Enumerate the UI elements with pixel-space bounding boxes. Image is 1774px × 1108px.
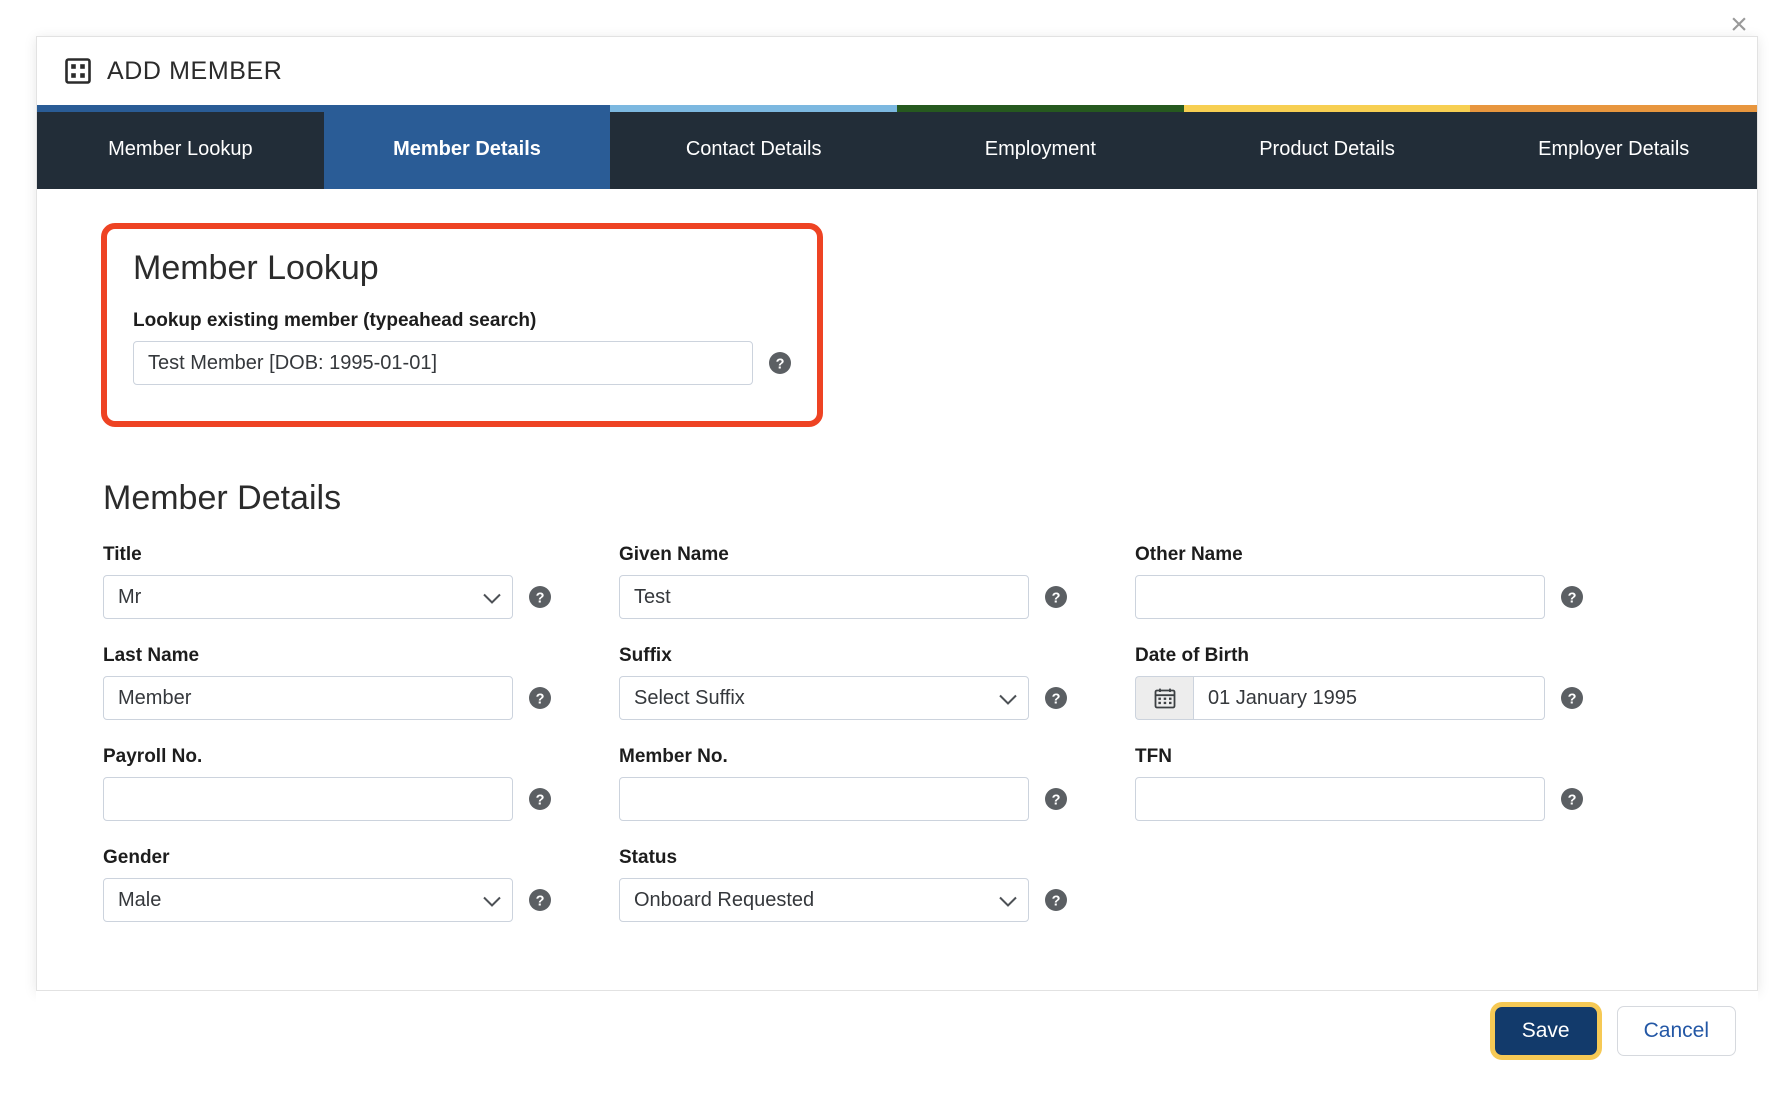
tab-bar: Member Lookup Member Details Contact Det…	[37, 105, 1757, 189]
given-name-input[interactable]	[619, 575, 1029, 619]
suffix-select[interactable]: Select Suffix	[619, 676, 1029, 720]
modal-body: Member Lookup Lookup existing member (ty…	[37, 189, 1757, 990]
svg-text:?: ?	[1052, 590, 1061, 606]
field-suffix: Suffix Select Suffix ?	[619, 645, 1067, 720]
tab-member-lookup[interactable]: Member Lookup	[37, 105, 324, 189]
field-given-name: Given Name ?	[619, 544, 1067, 619]
gender-select-value: Male	[118, 888, 162, 911]
svg-text:?: ?	[1568, 792, 1577, 808]
field-label-suffix: Suffix	[619, 645, 672, 666]
tab-label: Contact Details	[685, 138, 822, 160]
grid-spacer	[1135, 847, 1583, 922]
field-tfn: TFN ?	[1135, 746, 1583, 821]
add-member-modal: ADD MEMBER Member Lookup Member Details …	[36, 36, 1758, 991]
grid-icon	[65, 58, 91, 84]
tab-accent-bar	[323, 105, 611, 112]
suffix-select-value: Select Suffix	[634, 686, 745, 709]
field-label-given-name: Given Name	[619, 544, 729, 565]
help-icon[interactable]: ?	[769, 352, 791, 374]
calendar-icon[interactable]	[1135, 676, 1193, 720]
status-select[interactable]: Onboard Requested	[619, 878, 1029, 922]
svg-text:?: ?	[1052, 691, 1061, 707]
field-member-no: Member No. ?	[619, 746, 1067, 821]
field-label-other-name: Other Name	[1135, 544, 1243, 565]
help-icon[interactable]: ?	[1045, 586, 1067, 608]
tab-accent-bar	[610, 105, 898, 112]
member-lookup-highlight: Member Lookup Lookup existing member (ty…	[101, 223, 823, 427]
help-icon[interactable]: ?	[1045, 687, 1067, 709]
field-label-gender: Gender	[103, 847, 170, 868]
cancel-button[interactable]: Cancel	[1616, 1006, 1736, 1056]
member-no-input[interactable]	[619, 777, 1029, 821]
svg-text:?: ?	[536, 590, 545, 606]
svg-text:?: ?	[776, 356, 785, 372]
field-label-last-name: Last Name	[103, 645, 200, 666]
member-details-grid: Title Mr ? Given Name Test ? Other Name …	[103, 544, 1583, 922]
lookup-field-label: Lookup existing member (typeahead search…	[133, 310, 537, 331]
help-icon[interactable]: ?	[1561, 788, 1583, 810]
svg-text:?: ?	[1568, 590, 1577, 606]
svg-text:?: ?	[1052, 893, 1061, 909]
other-name-input[interactable]	[1135, 575, 1545, 619]
page-title: ADD MEMBER	[107, 56, 283, 85]
field-gender: Gender Male ?	[103, 847, 551, 922]
field-last-name: Last Name ?	[103, 645, 551, 720]
field-label-member-no: Member No.	[619, 746, 728, 767]
field-label-title: Title	[103, 544, 142, 565]
member-lookup-heading: Member Lookup	[133, 249, 379, 287]
gender-select[interactable]: Male	[103, 878, 513, 922]
app-root: × ADD MEMBER Member Lookup Member Detail…	[0, 0, 1774, 1108]
status-select-value: Onboard Requested	[634, 888, 815, 911]
help-icon[interactable]: ?	[1045, 788, 1067, 810]
tab-accent-bar	[1470, 105, 1757, 112]
field-payroll-no: Payroll No. ?	[103, 746, 551, 821]
field-label-status: Status	[619, 847, 678, 868]
tab-employer-details[interactable]: Employer Details	[1470, 105, 1757, 189]
tab-accent-bar	[897, 105, 1184, 112]
tab-label: Member Lookup	[108, 138, 253, 160]
help-icon[interactable]: ?	[1561, 586, 1583, 608]
title-select-value: Mr	[118, 585, 142, 608]
svg-text:?: ?	[536, 691, 545, 707]
tab-label: Member Details	[393, 138, 541, 160]
help-icon[interactable]: ?	[529, 788, 551, 810]
help-icon[interactable]: ?	[1561, 687, 1583, 709]
svg-text:?: ?	[1568, 691, 1577, 707]
title-select[interactable]: Mr	[103, 575, 513, 619]
field-label-date-of-birth: Date of Birth	[1135, 645, 1249, 666]
payroll-no-input[interactable]	[103, 777, 513, 821]
tab-accent-bar	[1183, 105, 1471, 112]
save-button[interactable]: Save	[1494, 1007, 1597, 1055]
tab-member-details[interactable]: Member Details	[323, 105, 611, 189]
date-of-birth-input[interactable]	[1193, 676, 1545, 720]
tab-contact-details[interactable]: Contact Details	[610, 105, 898, 189]
field-date-of-birth: Date of Birth 01 January 1995 ?	[1135, 645, 1583, 720]
tab-employment[interactable]: Employment	[897, 105, 1184, 189]
tfn-input[interactable]	[1135, 777, 1545, 821]
last-name-input[interactable]	[103, 676, 513, 720]
tab-accent-bar	[37, 105, 324, 112]
modal-header: ADD MEMBER	[37, 37, 1757, 105]
field-title: Title Mr ?	[103, 544, 551, 619]
help-icon[interactable]: ?	[529, 586, 551, 608]
field-status: Status Onboard Requested ?	[619, 847, 1067, 922]
modal-footer: Save Cancel	[36, 991, 1758, 1071]
field-other-name: Other Name ?	[1135, 544, 1583, 619]
member-details-heading: Member Details	[103, 479, 342, 517]
tab-label: Product Details	[1259, 138, 1395, 160]
help-icon[interactable]: ?	[1045, 889, 1067, 911]
field-label-tfn: TFN	[1135, 746, 1172, 767]
field-label-payroll-no: Payroll No.	[103, 746, 203, 767]
help-icon[interactable]: ?	[529, 687, 551, 709]
tab-label: Employment	[984, 138, 1096, 160]
member-lookup-input[interactable]	[133, 341, 753, 385]
tab-product-details[interactable]: Product Details	[1183, 105, 1471, 189]
help-icon[interactable]: ?	[529, 889, 551, 911]
svg-text:?: ?	[536, 893, 545, 909]
svg-text:?: ?	[536, 792, 545, 808]
svg-text:?: ?	[1052, 792, 1061, 808]
tab-label: Employer Details	[1538, 138, 1690, 160]
